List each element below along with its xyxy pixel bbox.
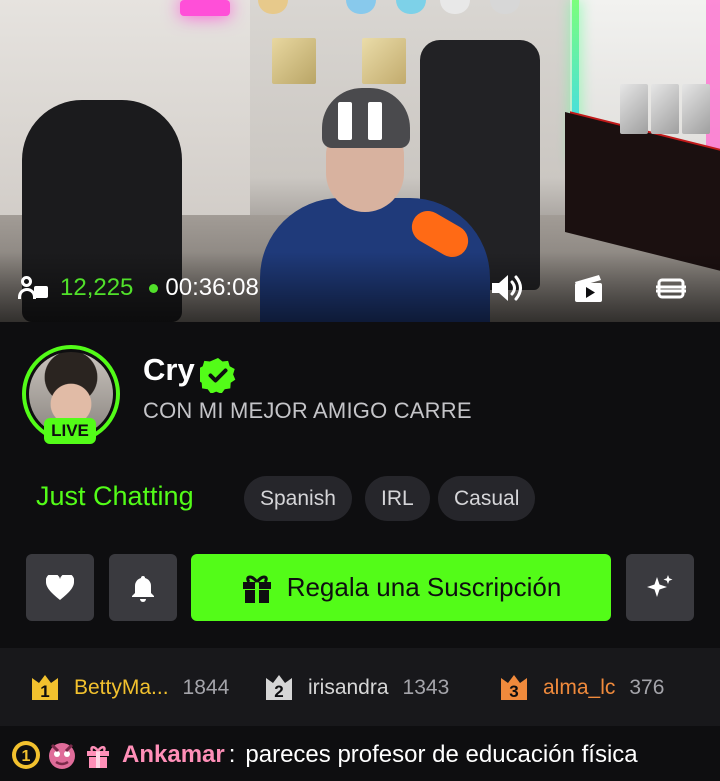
video-frames — [620, 84, 720, 144]
notifications-button[interactable] — [109, 554, 177, 621]
svg-text:1: 1 — [22, 748, 31, 765]
leaderboard-score: 1844 — [182, 676, 230, 699]
volume-button[interactable] — [490, 272, 524, 304]
pip-button[interactable] — [654, 272, 688, 304]
clip-icon — [575, 275, 602, 302]
video-disc — [440, 0, 470, 14]
video-disc — [258, 0, 288, 14]
leaderboard-entry[interactable]: 1 BettyMa... 1844 — [30, 674, 229, 702]
gifter-rank-badge-icon: 1 — [12, 740, 40, 769]
live-badge: LIVE — [44, 418, 96, 444]
svg-text:2: 2 — [274, 682, 283, 701]
leaderboard-name: BettyMa... — [74, 676, 169, 699]
video-player[interactable]: 12,225 00:36:08 — [0, 0, 720, 322]
gift-icon — [242, 575, 271, 603]
sparkle-icon — [647, 574, 673, 597]
video-disc — [490, 0, 520, 14]
video-neon-light — [180, 0, 230, 16]
video-plaque — [362, 38, 406, 84]
viewers-icon — [18, 276, 48, 300]
video-disc — [396, 0, 426, 14]
leaderboard-name: alma_lc — [543, 676, 616, 699]
leaderboard-name: irisandra — [308, 676, 389, 699]
rank-badge-icon: 2 — [266, 675, 292, 701]
chat-username[interactable]: Ankamar — [122, 741, 225, 769]
sparkle-button[interactable] — [626, 554, 694, 621]
chat-message-text: pareces profesor de educación física — [245, 740, 638, 768]
stream-title: CON MI MEJOR AMIGO CARRE — [143, 398, 472, 423]
verified-icon — [200, 358, 236, 393]
pause-button[interactable] — [338, 102, 382, 140]
svg-text:1: 1 — [40, 682, 49, 701]
category-link[interactable]: Just Chatting — [36, 481, 194, 512]
bell-icon — [132, 575, 154, 602]
pip-icon — [656, 278, 686, 299]
sub-gift-badge-icon — [87, 745, 109, 768]
rank-badge-icon: 1 — [32, 675, 58, 701]
video-disc — [346, 0, 376, 14]
leaderboard-entry[interactable]: 3 alma_lc 376 — [499, 674, 664, 702]
chat-message[interactable]: 1 Ankamar : pareces profesor de educació… — [0, 728, 720, 781]
heart-icon — [46, 574, 74, 600]
viewer-count: 12,225 — [60, 274, 134, 301]
rank-badge-icon: 3 — [501, 675, 527, 701]
video-plaque — [272, 38, 316, 84]
pause-icon — [338, 102, 352, 140]
channel-name[interactable]: Cry — [143, 352, 195, 388]
leaderboard-entry[interactable]: 2 irisandra 1343 — [264, 674, 449, 702]
volume-icon — [492, 275, 522, 301]
gift-subscription-label: Regala una Suscripción — [286, 572, 562, 602]
chat-separator: : — [228, 740, 236, 768]
svg-text:3: 3 — [509, 682, 518, 701]
gift-subscription-button[interactable]: Regala una Suscripción — [191, 554, 611, 621]
live-dot-icon — [149, 283, 159, 293]
leaderboard-score: 376 — [629, 676, 665, 699]
tag-spanish[interactable]: Spanish — [244, 476, 352, 521]
clip-button[interactable] — [572, 272, 606, 304]
follow-button[interactable] — [26, 554, 94, 621]
tag-casual[interactable]: Casual — [438, 476, 536, 521]
leaderboard-score: 1343 — [402, 676, 450, 699]
emote-badge-icon — [49, 742, 75, 769]
viewer-stats: 12,225 00:36:08 — [18, 274, 259, 302]
tag-irl[interactable]: IRL — [365, 476, 430, 521]
stream-timer: 00:36:08 — [165, 274, 259, 301]
